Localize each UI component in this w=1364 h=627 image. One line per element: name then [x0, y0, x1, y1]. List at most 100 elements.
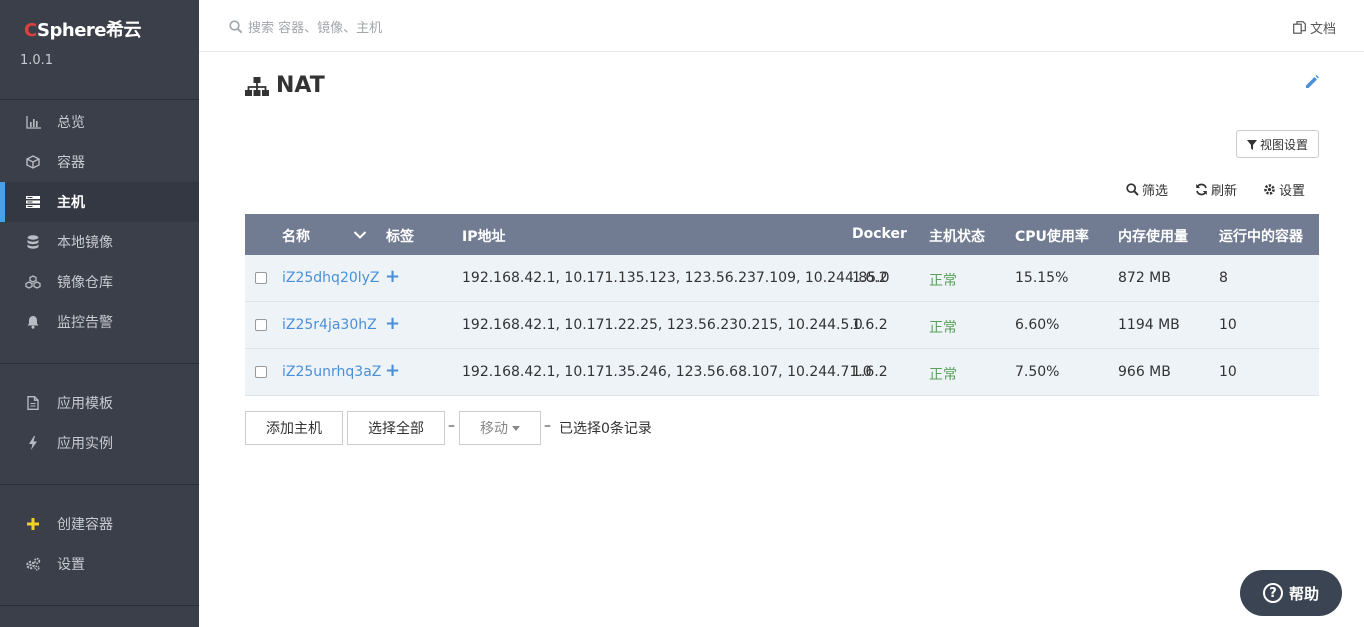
column-header-name[interactable]: 名称	[282, 226, 310, 246]
gears-icon	[25, 556, 41, 572]
table-settings-button[interactable]: 设置	[1263, 180, 1306, 199]
help-label: 帮助	[1288, 584, 1319, 603]
app-version: 1.0.1	[20, 53, 54, 68]
running-containers: 10	[1219, 364, 1237, 380]
sidebar-item-label: 容器	[57, 155, 85, 171]
separator-dash: –	[448, 418, 455, 434]
sidebar-item-app-instances[interactable]: 应用实例	[0, 423, 199, 463]
view-settings-label: 视图设置	[1259, 137, 1308, 152]
view-settings-button[interactable]: 视图设置	[1236, 130, 1319, 158]
separator-dash: –	[544, 418, 551, 434]
column-header-status: 主机状态	[929, 229, 985, 245]
host-name-link[interactable]: iZ25r4ja30hZ	[282, 317, 377, 333]
search-icon	[229, 19, 243, 34]
sidebar-item-label: 主机	[57, 195, 85, 211]
status-text: 正常	[929, 320, 957, 336]
table-row: iZ25unrhq3aZ + 192.168.42.1, 10.171.35.2…	[245, 349, 1319, 396]
sidebar-item-monitoring[interactable]: 监控告警	[0, 302, 199, 342]
filter-button[interactable]: 筛选	[1126, 180, 1169, 199]
host-name-link[interactable]: iZ25unrhq3aZ	[282, 364, 381, 380]
sidebar-item-containers[interactable]: 容器	[0, 142, 199, 182]
ip-addresses: 192.168.42.1, 10.171.35.246, 123.56.68.1…	[462, 364, 872, 380]
table-header: 名称 标签 IP地址 Docker 主机状态 CPU使用率 内存使用量 运行中的…	[245, 214, 1319, 255]
refresh-button[interactable]: 刷新	[1195, 180, 1237, 199]
sidebar-item-label: 应用实例	[57, 436, 113, 452]
chevron-down-icon[interactable]	[353, 228, 367, 244]
sidebar-divider	[0, 363, 199, 364]
selection-count-text: 已选择0条记录	[559, 421, 652, 437]
gear-icon	[1263, 183, 1276, 196]
sidebar-item-label: 创建容器	[57, 517, 113, 533]
cubes-icon	[25, 274, 41, 290]
table-row: iZ25dhq20lyZ + 192.168.42.1, 10.171.135.…	[245, 255, 1319, 302]
column-header-tags: 标签	[386, 229, 414, 245]
sidebar-item-create-container[interactable]: 创建容器	[0, 504, 199, 544]
ip-addresses: 192.168.42.1, 10.171.22.25, 123.56.230.2…	[462, 317, 863, 333]
docs-label: 文档	[1309, 22, 1336, 37]
add-tag-button[interactable]: +	[385, 266, 400, 287]
move-dropdown[interactable]: 移动	[459, 411, 541, 445]
table-settings-label: 设置	[1279, 183, 1306, 199]
search-input[interactable]: 搜索 容器、镜像、主机	[229, 17, 382, 36]
ip-addresses: 192.168.42.1, 10.171.135.123, 123.56.237…	[462, 270, 890, 286]
docs-link[interactable]: 文档	[1293, 18, 1336, 37]
sidebar-item-label: 本地镜像	[57, 235, 113, 251]
table-row: iZ25r4ja30hZ + 192.168.42.1, 10.171.22.2…	[245, 302, 1319, 349]
page-title-text: NAT	[276, 73, 325, 98]
bar-chart-icon	[25, 114, 41, 130]
add-tag-button[interactable]: +	[385, 360, 400, 381]
memory-usage: 872 MB	[1118, 270, 1171, 286]
column-header-memory: 内存使用量	[1118, 229, 1188, 245]
sidebar-item-overview[interactable]: 总览	[0, 102, 199, 142]
column-header-cpu: CPU使用率	[1015, 229, 1089, 245]
filter-label: 筛选	[1142, 183, 1169, 199]
docker-version: 1.6.2	[852, 270, 888, 286]
sidebar-item-settings[interactable]: 设置	[0, 544, 199, 584]
caret-down-icon	[512, 425, 520, 431]
sidebar-divider	[0, 605, 199, 606]
row-checkbox[interactable]	[255, 319, 267, 331]
status-text: 正常	[929, 367, 957, 383]
plus-icon	[25, 516, 41, 532]
add-host-button[interactable]: 添加主机	[245, 411, 343, 445]
database-icon	[25, 234, 41, 250]
sitemap-icon	[245, 75, 269, 97]
file-icon	[25, 395, 41, 411]
search-placeholder: 搜索 容器、镜像、主机	[248, 21, 383, 36]
sidebar: CSphere希云 1.0.1 总览 容器 主机 本地镜像 镜像仓库 监控告警 …	[0, 0, 199, 627]
copy-icon	[1293, 21, 1306, 34]
app-logo[interactable]: CSphere希云	[24, 16, 142, 42]
bolt-icon	[25, 435, 41, 451]
row-checkbox[interactable]	[255, 272, 267, 284]
sidebar-item-label: 应用模板	[57, 396, 113, 412]
sidebar-item-label: 设置	[57, 557, 85, 573]
memory-usage: 1194 MB	[1118, 317, 1180, 333]
running-containers: 8	[1219, 270, 1228, 286]
sidebar-item-label: 总览	[57, 115, 85, 131]
column-header-docker: Docker	[852, 226, 907, 242]
status-text: 正常	[929, 273, 957, 289]
page-title: NAT	[245, 73, 325, 98]
bell-icon	[25, 314, 41, 330]
sidebar-item-label: 监控告警	[57, 315, 113, 331]
cpu-usage: 15.15%	[1015, 270, 1069, 286]
help-button[interactable]: ? 帮助	[1240, 570, 1342, 616]
memory-usage: 966 MB	[1118, 364, 1171, 380]
filter-icon	[1246, 139, 1257, 150]
host-name-link[interactable]: iZ25dhq20lyZ	[282, 270, 380, 286]
column-header-ip: IP地址	[462, 229, 506, 245]
running-containers: 10	[1219, 317, 1237, 333]
docker-version: 1.6.2	[852, 364, 888, 380]
sidebar-item-app-templates[interactable]: 应用模板	[0, 383, 199, 423]
add-tag-button[interactable]: +	[385, 313, 400, 334]
column-header-containers: 运行中的容器	[1219, 229, 1303, 245]
sidebar-item-local-images[interactable]: 本地镜像	[0, 222, 199, 262]
sidebar-item-hosts[interactable]: 主机	[0, 182, 199, 222]
row-checkbox[interactable]	[255, 366, 267, 378]
sidebar-item-registry[interactable]: 镜像仓库	[0, 262, 199, 302]
sidebar-divider	[0, 99, 199, 100]
pencil-icon[interactable]	[1304, 74, 1320, 90]
server-icon	[25, 194, 41, 210]
hosts-table: 名称 标签 IP地址 Docker 主机状态 CPU使用率 内存使用量 运行中的…	[245, 214, 1319, 396]
select-all-button[interactable]: 选择全部	[347, 411, 445, 445]
